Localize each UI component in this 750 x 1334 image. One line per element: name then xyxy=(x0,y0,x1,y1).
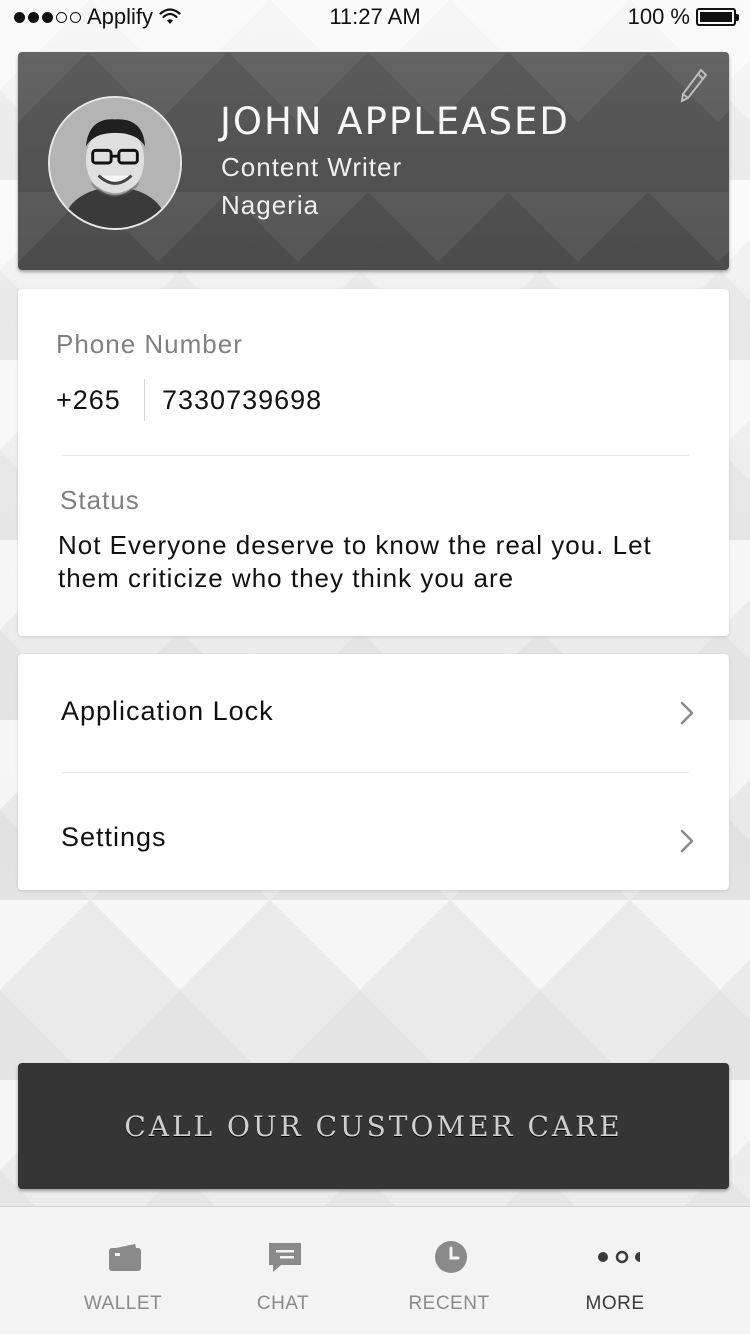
avatar[interactable] xyxy=(48,96,182,230)
chat-icon xyxy=(269,1243,301,1272)
menu-item-label: Settings xyxy=(61,822,167,852)
wallet-icon xyxy=(109,1244,141,1271)
menu-item-label: Application Lock xyxy=(61,696,274,726)
tab-label: WALLET xyxy=(83,1293,163,1314)
battery-icon xyxy=(696,8,739,26)
divider xyxy=(62,455,689,456)
phone-divider xyxy=(144,379,145,421)
country-code: +265 xyxy=(56,385,121,415)
status-label: Status xyxy=(60,485,140,515)
menu-item-settings[interactable]: Settings xyxy=(18,772,729,890)
battery-fill xyxy=(700,12,732,22)
tab-label: CHAT xyxy=(256,1293,310,1314)
menu-item-application-lock[interactable]: Application Lock xyxy=(18,654,729,772)
profile-card: JOHN APPLEASED Content Writer Nageria xyxy=(18,52,729,270)
tab-wallet[interactable]: WALLET xyxy=(48,1207,198,1334)
profile-name: JOHN APPLEASED xyxy=(220,100,570,143)
more-icon xyxy=(598,1250,640,1264)
profile-title: Content Writer xyxy=(221,152,403,182)
tab-recent[interactable]: RECENT xyxy=(374,1207,524,1334)
battery-percent: 100 % xyxy=(627,4,690,29)
call-customer-care-button[interactable]: CALL OUR CUSTOMER CARE xyxy=(18,1063,729,1189)
cta-label: CALL OUR CUSTOMER CARE xyxy=(124,1109,623,1143)
status-bar: Applify 11:27 AM 100 % xyxy=(0,0,750,36)
chevron-right-icon xyxy=(680,701,694,725)
phone-label: Phone Number xyxy=(56,329,243,359)
user-avatar-icon xyxy=(50,98,180,228)
tab-label: RECENT xyxy=(408,1293,490,1314)
tab-more[interactable]: MORE xyxy=(540,1207,690,1334)
contact-info-card: Phone Number +265 7330739698 Status Not … xyxy=(18,289,729,636)
status-right: 100 % xyxy=(627,4,739,30)
pencil-icon[interactable] xyxy=(677,66,709,106)
tab-chat[interactable]: CHAT xyxy=(208,1207,358,1334)
status-text: Not Everyone deserve to know the real yo… xyxy=(58,530,652,593)
clock-icon xyxy=(435,1241,467,1273)
tab-label: MORE xyxy=(585,1293,645,1314)
tab-bar: WALLET CHAT RECENT MORE xyxy=(0,1206,750,1333)
chevron-right-icon xyxy=(680,829,694,853)
phone-number: 7330739698 xyxy=(162,385,323,415)
menu-card: Application Lock Settings xyxy=(18,654,729,890)
profile-location: Nageria xyxy=(221,190,320,220)
